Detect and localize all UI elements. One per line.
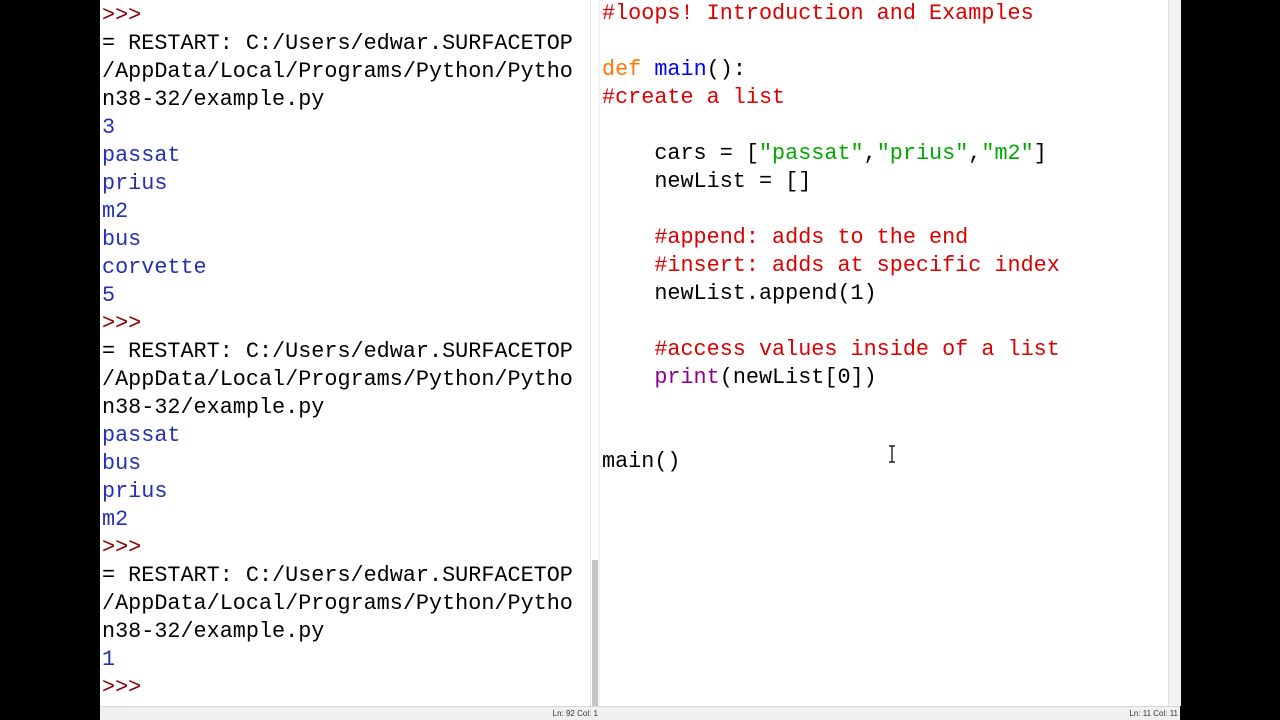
shell-line-stdout: passat [102,143,181,168]
shell-line-restart: /AppData/Local/Programs/Python/Pytho [102,367,573,392]
code-token: , [968,141,982,166]
shell-line-restart: n38-32/example.py [102,87,325,112]
code-token: , [863,141,877,166]
code-editor-pane[interactable]: #loops! Introduction and Examples def ma… [600,0,1168,706]
code-line: #loops! Introduction and Examples [602,0,1060,28]
shell-line-restart: /AppData/Local/Programs/Python/Pytho [102,59,573,84]
editor-cursor-position: Ln: 11 Col: 11 [1129,709,1178,718]
code-line: newList.append(1) [602,280,1060,308]
code-token: #create a list [602,85,786,110]
code-token: #loops! Introduction and Examples [602,1,1034,26]
code-line: #create a list [602,84,1060,112]
shell-line-stdout: corvette [102,255,207,280]
code-token: "prius" [876,141,969,166]
code-token: print [602,365,720,390]
shell-line-restart: = RESTART: C:/Users/edwar.SURFACETOP [102,563,573,588]
shell-line-stdout: passat [102,423,181,448]
shell-line-stdout: prius [102,479,168,504]
shell-line-stdout: m2 [102,507,129,532]
shell-line-stdout: bus [102,227,142,252]
python-shell-pane[interactable]: >>> = RESTART: C:/Users/edwar.SURFACETOP /… [100,0,590,706]
code-token: "m2" [981,141,1034,166]
code-token: (): [706,57,746,82]
shell-line-stdout: 5 [102,283,116,308]
code-token: #insert: adds at specific index [602,253,1060,278]
shell-line-prompt: >>> [102,3,142,28]
shell-line-restart: /AppData/Local/Programs/Python/Pytho [102,591,573,616]
shell-line-restart: = RESTART: C:/Users/edwar.SURFACETOP [102,339,573,364]
code-token: newList.append(1) [602,281,877,306]
code-token: def [602,57,655,82]
shell-line-restart: = RESTART: C:/Users/edwar.SURFACETOP [102,31,573,56]
code-token: main() [602,449,681,474]
shell-line-prompt: >>> [102,675,155,700]
shell-line-stdout: 1 [102,647,116,672]
shell-line-prompt: >>> [102,535,142,560]
shell-line-stdout: m2 [102,199,129,224]
code-token: main [654,57,707,82]
code-line: main() [602,448,1060,476]
code-token: #append: adds to the end [602,225,969,250]
shell-line-restart: n38-32/example.py [102,395,325,420]
shell-output[interactable]: >>> = RESTART: C:/Users/edwar.SURFACETOP /… [102,2,573,702]
code-line: #insert: adds at specific index [602,252,1060,280]
code-text[interactable]: #loops! Introduction and Examples def ma… [602,0,1060,476]
code-token: newList = [] [602,169,812,194]
code-line: def main(): [602,56,1060,84]
editor-status-bar: Ln: 11 Col: 11 [600,706,1180,720]
code-token: (newList[0]) [719,365,877,390]
code-line: #append: adds to the end [602,224,1060,252]
shell-status-bar: Ln: 92 Col: 1 [100,706,600,720]
text-cursor-icon [889,445,895,463]
shell-cursor-position: Ln: 92 Col: 1 [552,709,598,718]
shell-line-stdout: prius [102,171,168,196]
code-line: cars = ["passat","prius","m2"] [602,140,1060,168]
code-line: #access values inside of a list [602,336,1060,364]
shell-line-stdout: 3 [102,115,116,140]
code-line: newList = [] [602,168,1060,196]
code-token: #access values inside of a list [602,337,1060,362]
code-token: "passat" [758,141,864,166]
code-token: cars = [ [602,141,759,166]
editor-scrollbar[interactable] [1168,0,1181,706]
shell-line-stdout: bus [102,451,142,476]
code-line: print(newList[0]) [602,364,1060,392]
shell-line-restart: n38-32/example.py [102,619,325,644]
shell-line-prompt: >>> [102,311,142,336]
code-token: ] [1033,141,1047,166]
